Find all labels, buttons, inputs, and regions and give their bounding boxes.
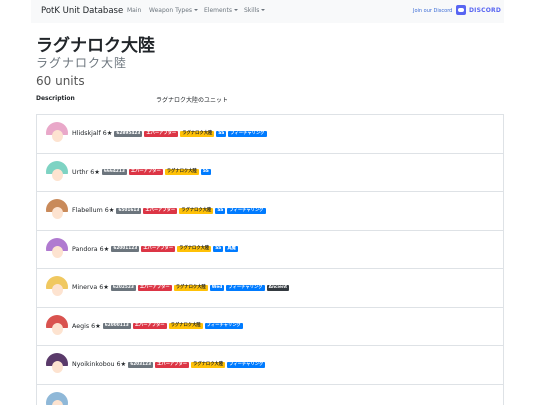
unit-row[interactable]: Urthr 6★ 6664213 エバーアフター ラグナロク大陸 SS (37, 154, 503, 192)
unit-row[interactable]: Minerva 6★ 6202523 エバーアフター ラグナロク大陸 Wed フィーチャリ… (37, 269, 503, 308)
unit-info: Pandora 6★ 62001123 エバーアフター ラグナロク大陸 SS 真魔 (72, 246, 240, 253)
unit-badge[interactable]: Wed (209, 284, 225, 291)
unit-avatar[interactable] (46, 237, 68, 260)
unit-badge[interactable]: ラグナロク大陸 (177, 246, 212, 252)
top-navbar: PotK Unit Database Main Weapon Types Ele… (31, 0, 504, 23)
unit-name[interactable]: Urthr 6★ (72, 169, 100, 176)
page-subtitle: ラグナロク大陸 (36, 56, 128, 70)
nav-main-label: Main (127, 7, 142, 14)
nav-elements-label: Elements (204, 7, 232, 14)
nav-main[interactable]: Main (127, 7, 141, 14)
unit-badge[interactable]: フィーチャリング (228, 130, 267, 137)
unit-badge[interactable]: 6203123 (128, 361, 154, 368)
unit-name[interactable]: Hlidskjalf 6★ (72, 130, 112, 137)
unit-info: Aegis 6★ 62000113 エバーアフター ラグナロク大陸 フィーチャリング (72, 323, 245, 330)
chevron-down-icon (194, 9, 199, 11)
unit-name[interactable]: Flabellum 6★ (72, 207, 114, 214)
unit-badge[interactable]: ラグナロク大陸 (168, 323, 203, 329)
unit-badge[interactable]: エバーアフター (143, 207, 178, 214)
nav-weapon-types-label: Weapon Types (149, 7, 193, 14)
description-label: Description (36, 95, 75, 102)
avatar-face (52, 130, 63, 142)
unit-badge[interactable]: エバーアフター (132, 323, 167, 329)
avatar-face (52, 361, 63, 373)
chevron-down-icon (261, 9, 266, 11)
unit-badge[interactable]: 62000113 (102, 323, 131, 329)
unit-badge[interactable]: フィーチャリング (227, 207, 266, 214)
unit-badge[interactable]: SS (200, 169, 211, 175)
nav-weapon-types[interactable]: Weapon Types (149, 7, 199, 14)
unit-info: Hlidskjalf 6★ 62895423 エバーアフター ラグナロク大陸 SS フィー… (72, 130, 269, 137)
unit-info: Urthr 6★ 6664213 エバーアフター ラグナロク大陸 SS (72, 169, 213, 176)
discord-link[interactable]: Join our Discord (413, 8, 452, 14)
unit-badge[interactable]: 6501613 (116, 207, 142, 214)
unit-row[interactable]: Pandora 6★ 62001123 エバーアフター ラグナロク大陸 SS 真魔 (37, 231, 503, 269)
unit-avatar[interactable] (46, 391, 68, 405)
unit-badge[interactable]: ラグナロク大陸 (164, 169, 199, 175)
avatar-face (52, 322, 63, 335)
avatar-face (52, 168, 63, 181)
page-title: ラグナロク大陸 (36, 36, 155, 56)
unit-row[interactable] (37, 385, 503, 405)
unit-badge[interactable]: エバーアフター (137, 284, 172, 291)
unit-name[interactable]: Nyoikinkobou 6★ (72, 361, 126, 368)
unit-row[interactable]: Aegis 6★ 62000113 エバーアフター ラグナロク大陸 フィーチャリング (37, 308, 503, 346)
nav-skills[interactable]: Skills (244, 7, 266, 14)
unit-avatar[interactable] (46, 314, 68, 337)
unit-info: Flabellum 6★ 6501613 エバーアフター ラグナロク大陸 SS フィーチャ… (72, 207, 268, 214)
unit-badge[interactable]: フィーチャリング (226, 284, 265, 291)
unit-badge[interactable]: ラグナロク大陸 (179, 207, 214, 214)
unit-badge[interactable]: 62895423 (114, 130, 143, 137)
unit-badge[interactable]: エバーアフター (141, 246, 176, 252)
unit-badge[interactable]: ラグナロク大陸 (180, 130, 215, 137)
unit-badge[interactable]: 6664213 (101, 169, 127, 175)
unit-badge[interactable]: SS (215, 207, 226, 214)
unit-badge[interactable]: SS (216, 130, 227, 137)
avatar-face (52, 207, 63, 219)
unit-avatar[interactable] (46, 276, 68, 298)
unit-info: Minerva 6★ 6202523 エバーアフター ラグナロク大陸 Wed フィーチャリ… (72, 284, 291, 291)
avatar-face (52, 284, 63, 296)
discord-icon[interactable] (456, 5, 466, 15)
brand-link[interactable]: PotK Unit Database (41, 6, 123, 16)
unit-avatar[interactable] (46, 199, 68, 221)
description-value: ラグナロク大陸のユニット (156, 97, 229, 104)
unit-row[interactable]: Flabellum 6★ 6501613 エバーアフター ラグナロク大陸 SS フィーチャ… (37, 192, 503, 231)
unit-avatar[interactable] (46, 122, 68, 144)
unit-info: Nyoikinkobou 6★ 6203123 エバーアフター ラグナロク大陸 フィーチ… (72, 361, 267, 368)
units-count: 60 units (36, 74, 85, 88)
unit-badge[interactable]: エバーアフター (128, 169, 163, 175)
discord-wordmark[interactable]: DISCORD (469, 7, 501, 14)
unit-row[interactable]: Nyoikinkobou 6★ 6203123 エバーアフター ラグナロク大陸 フィーチ… (37, 346, 503, 385)
unit-badge[interactable]: 62001123 (111, 246, 140, 252)
unit-name[interactable]: Aegis 6★ (72, 323, 101, 330)
unit-badge[interactable]: エバーアフター (155, 361, 190, 368)
unit-name[interactable]: Pandora 6★ (72, 246, 109, 253)
unit-badge[interactable]: 6202523 (110, 284, 136, 291)
unit-list: Hlidskjalf 6★ 62895423 エバーアフター ラグナロク大陸 SS フィー… (36, 114, 504, 405)
unit-badge[interactable]: フィーチャリング (227, 361, 266, 368)
unit-badge[interactable]: フィーチャリング (204, 323, 243, 329)
unit-badge[interactable]: ラグナロク大陸 (173, 284, 208, 291)
unit-badge[interactable]: ラグナロク大陸 (191, 361, 226, 368)
chevron-down-icon (233, 9, 238, 11)
unit-avatar[interactable] (46, 353, 68, 375)
avatar-face (52, 245, 63, 258)
unit-badge[interactable]: 真魔 (225, 246, 238, 252)
unit-name[interactable]: Minerva 6★ (72, 284, 109, 291)
unit-badge[interactable]: Ancient (266, 284, 290, 291)
unit-badge[interactable]: エバーアフター (144, 130, 179, 137)
nav-skills-label: Skills (244, 7, 260, 14)
nav-elements[interactable]: Elements (204, 7, 238, 14)
unit-row[interactable]: Hlidskjalf 6★ 62895423 エバーアフター ラグナロク大陸 SS フィー… (37, 115, 503, 154)
unit-avatar[interactable] (46, 160, 68, 183)
unit-badge[interactable]: SS (213, 246, 224, 252)
